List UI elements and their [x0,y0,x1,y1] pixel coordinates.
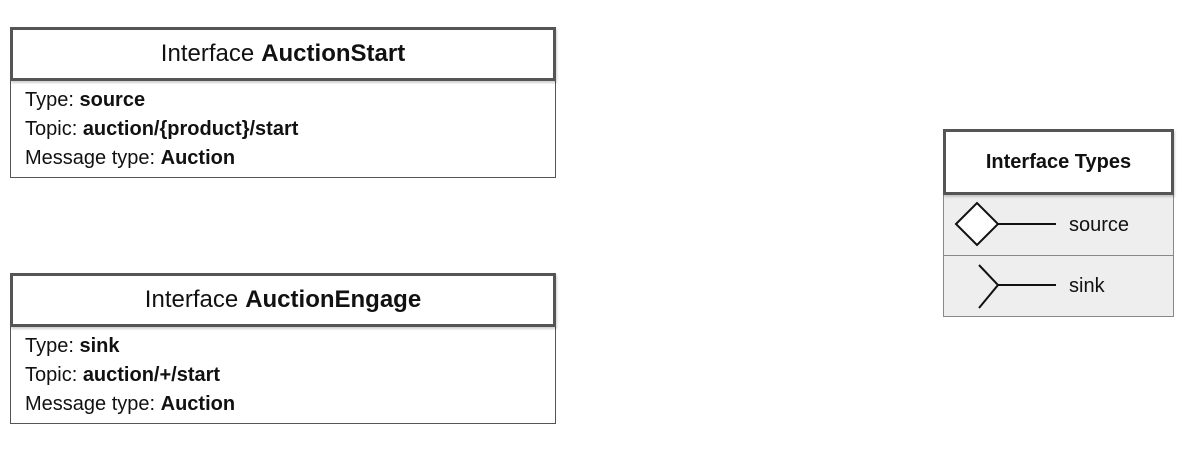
interface-type-row: Type: sink [25,332,555,361]
interface-box-auction-engage: Interface AuctionEngage Type: sink Topic… [10,273,556,424]
interface-types-legend: Interface Types source sink [943,129,1174,317]
interface-message-row: Message type: Auction [25,144,555,173]
interface-message-row: Message type: Auction [25,390,555,419]
legend-item-sink: sink [943,256,1174,317]
legend-item-label: sink [1069,274,1105,297]
topic-value: auction/{product}/start [82,118,299,140]
interface-box-auction-start: Interface AuctionStart Type: source Topi… [10,27,556,178]
type-label: Type: [25,89,74,111]
legend-title: Interface Types [943,129,1174,195]
legend-item-label: source [1069,213,1130,236]
message-type-label: Message type: [25,147,156,169]
legend-item-source: source [943,195,1174,256]
type-label: Type: [25,335,74,357]
message-type-label: Message type: [25,393,156,415]
source-diamond-icon [954,201,1056,247]
interface-name: AuctionStart [261,40,406,67]
topic-label: Topic: [25,118,78,140]
sink-fork-icon [978,264,1056,309]
topic-value: auction/+/start [82,364,221,386]
interface-topic-row: Topic: auction/+/start [25,361,555,390]
interface-keyword: Interface [144,286,239,313]
topic-label: Topic: [25,364,78,386]
message-type-value: Auction [160,147,236,169]
interface-body: Type: source Topic: auction/{product}/st… [10,80,556,178]
type-value: sink [79,335,120,357]
interface-header: Interface AuctionEngage [10,273,556,327]
interface-topic-row: Topic: auction/{product}/start [25,115,555,144]
interface-body: Type: sink Topic: auction/+/start Messag… [10,326,556,424]
interface-name: AuctionEngage [245,286,422,313]
interface-header: Interface AuctionStart [10,27,556,81]
type-value: source [79,89,146,111]
interface-type-row: Type: source [25,86,555,115]
interface-keyword: Interface [160,40,255,67]
message-type-value: Auction [160,393,236,415]
